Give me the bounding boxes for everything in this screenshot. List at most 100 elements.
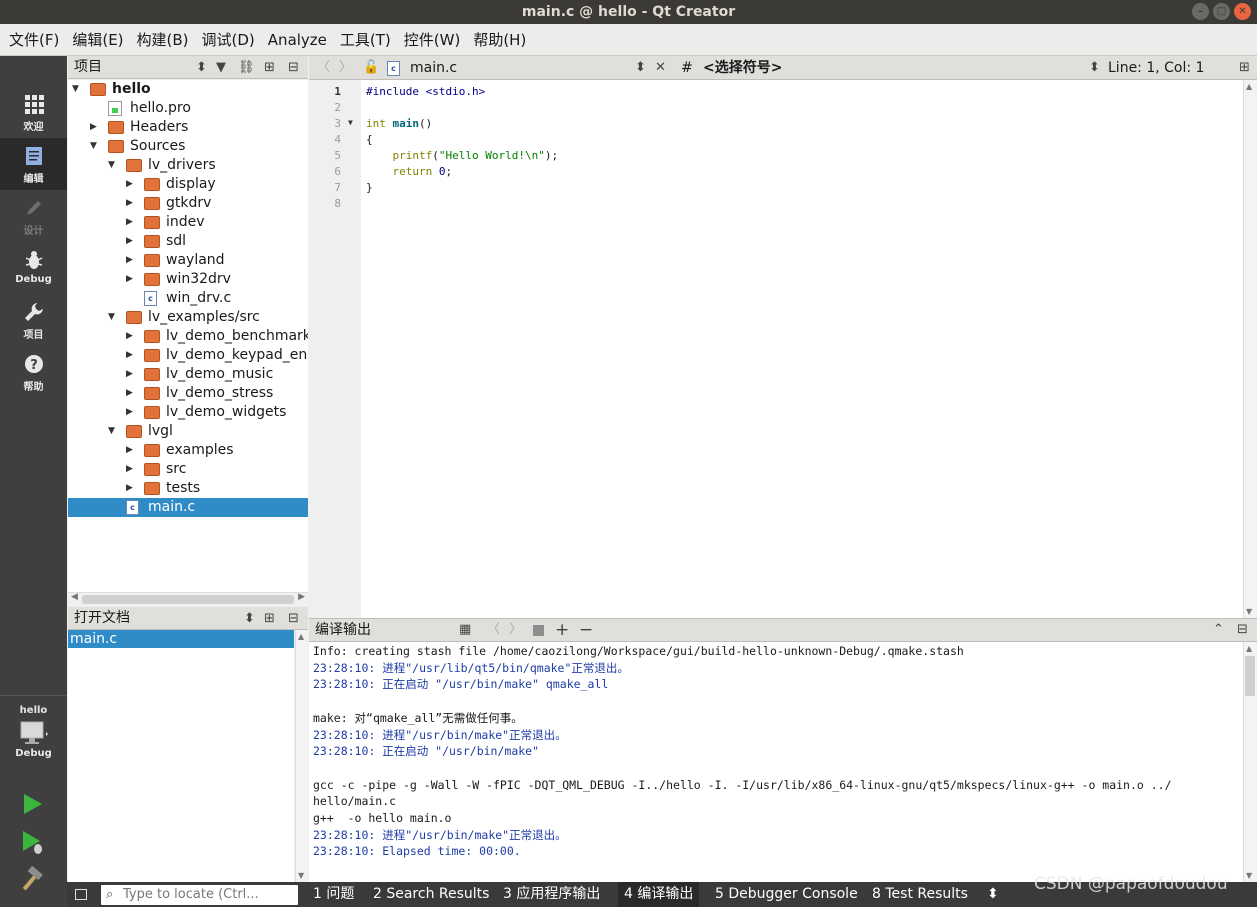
link-icon[interactable]: ⛓ <box>238 56 255 79</box>
minimize-button[interactable]: – <box>1192 3 1209 20</box>
menu-edit[interactable]: 编辑(E) <box>67 24 128 56</box>
tree-item[interactable]: ▶ wayland <box>68 251 308 270</box>
collapse-arrow-icon[interactable]: ▶ <box>126 194 136 213</box>
file-dropdown-arrows-icon[interactable]: ⬍ <box>635 56 646 80</box>
mode-welcome[interactable]: 欢迎 <box>0 86 67 138</box>
maximize-pane-icon[interactable]: ⌃ <box>1213 619 1224 641</box>
tree-item[interactable]: hello.pro <box>68 99 308 118</box>
collapse-arrow-icon[interactable]: ▶ <box>126 327 136 346</box>
collapse-arrow-icon[interactable]: ▶ <box>126 251 136 270</box>
collapse-arrow-icon[interactable]: ▶ <box>90 118 100 137</box>
zoom-in-icon[interactable]: + <box>555 619 569 641</box>
maximize-button[interactable]: □ <box>1213 3 1230 20</box>
tree-item[interactable]: ▶ tests <box>68 479 308 498</box>
symbol-selector[interactable]: <选择符号> <box>703 56 782 80</box>
tab-issues[interactable]: 1 问题 <box>307 882 360 907</box>
menu-widgets[interactable]: 控件(W) <box>399 24 466 56</box>
open-docs-scrollbar[interactable]: ▲ ▼ <box>295 630 308 882</box>
close-button[interactable]: ✕ <box>1234 3 1251 20</box>
split-icon[interactable]: ⊞ <box>1239 56 1250 80</box>
toggle-sidebar-icon[interactable] <box>75 889 87 900</box>
mode-projects[interactable]: 项目 <box>0 294 67 346</box>
editor-scrollbar[interactable]: ▲ ▼ <box>1243 80 1256 618</box>
tree-item[interactable]: ▶ lv_demo_stress <box>68 384 308 403</box>
collapse-arrow-icon[interactable]: ▶ <box>126 232 136 251</box>
split-icon[interactable]: ⊞ <box>264 56 275 79</box>
cursor-position[interactable]: Line: 1, Col: 1 <box>1108 56 1204 80</box>
tree-item[interactable]: ▶ Headers <box>68 118 308 137</box>
tree-item[interactable]: ▶ lv_demo_widgets <box>68 403 308 422</box>
split-icon[interactable]: ⊞ <box>264 607 275 630</box>
view-switch-arrows-icon[interactable]: ⬍ <box>196 56 207 79</box>
filter-output-icon[interactable]: ▦ <box>459 619 471 641</box>
expand-arrow-icon[interactable]: ▼ <box>90 137 100 156</box>
tree-item[interactable]: ▼ hello <box>68 80 308 99</box>
collapse-arrow-icon[interactable]: ▶ <box>126 460 136 479</box>
expand-arrow-icon[interactable]: ▼ <box>108 422 118 441</box>
next-item-icon[interactable]: 〉 <box>509 619 522 641</box>
collapse-arrow-icon[interactable]: ▶ <box>126 403 136 422</box>
expand-arrow-icon[interactable]: ▼ <box>108 308 118 327</box>
stop-icon[interactable] <box>533 625 544 636</box>
compile-output[interactable]: Info: creating stash file /home/caozilon… <box>309 642 1243 882</box>
symbol-dropdown-arrows-icon[interactable]: ⬍ <box>1089 56 1100 80</box>
tree-item[interactable]: ▶ src <box>68 460 308 479</box>
collapse-arrow-icon[interactable]: ▶ <box>126 213 136 232</box>
sort-arrows-icon[interactable]: ⬍ <box>244 607 255 630</box>
output-scrollbar[interactable]: ▲ ▼ <box>1243 642 1256 882</box>
nav-forward-icon[interactable]: 〉 <box>339 56 352 80</box>
tree-item[interactable]: ▶ indev <box>68 213 308 232</box>
tree-item[interactable]: ▶ gtkdrv <box>68 194 308 213</box>
tree-horizontal-scrollbar[interactable]: ◀ ▶ <box>68 592 308 606</box>
tree-item[interactable]: ▶ sdl <box>68 232 308 251</box>
editor-file-name[interactable]: main.c <box>410 56 457 80</box>
collapse-arrow-icon[interactable]: ▶ <box>126 479 136 498</box>
mode-debug[interactable]: Debug <box>0 242 67 294</box>
expand-arrow-icon[interactable]: ▼ <box>108 156 118 175</box>
tree-item[interactable]: ▶ lv_demo_music <box>68 365 308 384</box>
mode-edit[interactable]: 编辑 <box>0 138 67 190</box>
fold-marker-icon[interactable]: ▼ <box>348 118 353 127</box>
menu-build[interactable]: 构建(B) <box>132 24 194 56</box>
close-document-icon[interactable]: ✕ <box>655 56 666 80</box>
collapse-arrow-icon[interactable]: ▶ <box>126 270 136 289</box>
tree-item[interactable]: ▶ lv_demo_benchmark <box>68 327 308 346</box>
zoom-out-icon[interactable]: − <box>579 619 593 641</box>
filter-icon[interactable]: ▼ <box>216 56 226 79</box>
locator-input[interactable]: ⌕ Type to locate (Ctrl... <box>101 885 298 905</box>
tree-item[interactable]: c win_drv.c <box>68 289 308 308</box>
tab-test-results[interactable]: 8 Test Results <box>866 882 974 907</box>
kit-selector[interactable]: hello Debug <box>0 696 67 759</box>
menu-analyze[interactable]: Analyze <box>263 24 332 56</box>
collapse-arrow-icon[interactable]: ▶ <box>126 175 136 194</box>
tab-compile-output[interactable]: 4 编译输出 <box>618 882 700 907</box>
tab-debugger-console[interactable]: 5 Debugger Console <box>709 882 864 907</box>
tree-item[interactable]: ▶ examples <box>68 441 308 460</box>
menu-file[interactable]: 文件(F) <box>4 24 64 56</box>
tree-item[interactable]: c main.c <box>68 498 308 517</box>
code-editor[interactable]: #include <stdio.h> int main() { printf("He… <box>361 80 1243 618</box>
close-pane-icon[interactable]: ⊟ <box>1237 619 1248 641</box>
tree-item[interactable]: ▶ win32drv <box>68 270 308 289</box>
collapse-arrow-icon[interactable]: ▶ <box>126 365 136 384</box>
tree-item[interactable]: ▼ lvgl <box>68 422 308 441</box>
close-pane-icon[interactable]: ⊟ <box>288 56 299 79</box>
mode-design[interactable]: 设计 <box>0 190 67 242</box>
menu-help[interactable]: 帮助(H) <box>468 24 531 56</box>
prev-item-icon[interactable]: 〈 <box>487 619 500 641</box>
close-pane-icon[interactable]: ⊟ <box>288 607 299 630</box>
run-icon[interactable] <box>18 790 46 818</box>
collapse-arrow-icon[interactable]: ▶ <box>126 346 136 365</box>
tree-item[interactable]: ▶ lv_demo_keypad_enc <box>68 346 308 365</box>
expand-arrow-icon[interactable]: ▼ <box>72 80 82 99</box>
menu-tools[interactable]: 工具(T) <box>335 24 396 56</box>
open-doc-item[interactable]: main.c <box>68 630 294 648</box>
debug-run-icon[interactable] <box>18 828 46 856</box>
collapse-arrow-icon[interactable]: ▶ <box>126 441 136 460</box>
tab-search-results[interactable]: 2 Search Results <box>367 882 495 907</box>
mode-help[interactable]: ? 帮助 <box>0 346 67 398</box>
collapse-arrow-icon[interactable]: ▶ <box>126 384 136 403</box>
menu-debug[interactable]: 调试(D) <box>197 24 260 56</box>
tab-application-output[interactable]: 3 应用程序输出 <box>497 882 606 907</box>
more-tabs-arrows-icon[interactable]: ⬍ <box>981 882 1005 907</box>
